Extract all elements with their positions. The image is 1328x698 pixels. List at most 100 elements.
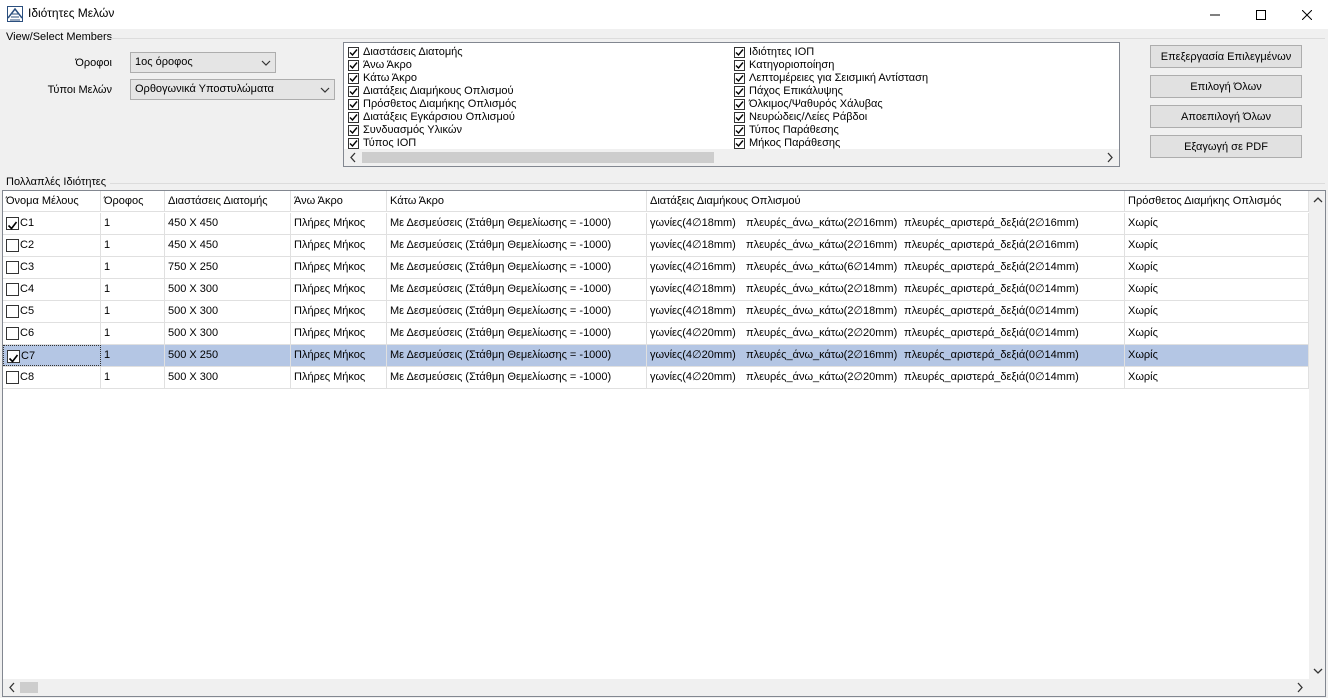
member-name-cell[interactable]: C3: [3, 257, 101, 278]
longitudinal-reinforcement-cell[interactable]: γωνίες(4∅20mm) πλευρές_άνω_κάτω(2∅16mm) πλ…: [647, 345, 1125, 366]
section-cell[interactable]: 450 X 450: [165, 213, 291, 234]
member-name-cell[interactable]: C7: [3, 345, 101, 366]
floor-cell[interactable]: 1: [101, 279, 165, 300]
checklist-horizontal-scrollbar[interactable]: [344, 149, 1119, 166]
member-name-cell[interactable]: C1: [3, 213, 101, 234]
section-cell[interactable]: 500 X 300: [165, 301, 291, 322]
table-row[interactable]: C2 1 450 X 450 Πλήρες Μήκος Με Δεσμεύσεις (Σ…: [3, 235, 1309, 257]
row-checkbox[interactable]: [6, 283, 19, 296]
member-name-cell[interactable]: C6: [3, 323, 101, 344]
row-checkbox[interactable]: [7, 350, 20, 363]
bottom-end-cell[interactable]: Με Δεσμεύσεις (Στάθμη Θεμελίωσης = -1000…: [387, 257, 647, 278]
floor-cell[interactable]: 1: [101, 213, 165, 234]
floor-cell[interactable]: 1: [101, 235, 165, 256]
additional-reinforcement-cell[interactable]: Χωρίς: [1125, 301, 1309, 322]
section-cell[interactable]: 750 X 250: [165, 257, 291, 278]
deselect-all-button[interactable]: Αποεπιλογή Όλων: [1150, 105, 1302, 128]
longitudinal-reinforcement-cell[interactable]: γωνίες(4∅20mm) πλευρές_άνω_κάτω(2∅20mm) πλ…: [647, 367, 1125, 388]
row-checkbox[interactable]: [6, 217, 19, 230]
row-checkbox[interactable]: [6, 239, 19, 252]
property-checkbox[interactable]: [734, 125, 745, 136]
property-checkbox[interactable]: [734, 112, 745, 123]
member-name-cell[interactable]: C4: [3, 279, 101, 300]
longitudinal-reinforcement-cell[interactable]: γωνίες(4∅18mm) πλευρές_άνω_κάτω(2∅18mm) πλ…: [647, 279, 1125, 300]
bottom-end-cell[interactable]: Με Δεσμεύσεις (Στάθμη Θεμελίωσης = -1000…: [387, 301, 647, 322]
floor-cell[interactable]: 1: [101, 345, 165, 366]
top-end-cell[interactable]: Πλήρες Μήκος: [291, 213, 387, 234]
column-header[interactable]: Κάτω Άκρο: [387, 191, 647, 212]
additional-reinforcement-cell[interactable]: Χωρίς: [1125, 279, 1309, 300]
table-row[interactable]: C1 1 450 X 450 Πλήρες Μήκος Με Δεσμεύσεις (Σ…: [3, 213, 1309, 235]
section-cell[interactable]: 500 X 300: [165, 323, 291, 344]
top-end-cell[interactable]: Πλήρες Μήκος: [291, 345, 387, 366]
longitudinal-reinforcement-cell[interactable]: γωνίες(4∅20mm) πλευρές_άνω_κάτω(2∅20mm) πλ…: [647, 323, 1125, 344]
top-end-cell[interactable]: Πλήρες Μήκος: [291, 367, 387, 388]
additional-reinforcement-cell[interactable]: Χωρίς: [1125, 213, 1309, 234]
property-checkbox[interactable]: [734, 138, 745, 149]
scroll-thumb[interactable]: [362, 152, 714, 163]
column-header[interactable]: Άνω Άκρο: [291, 191, 387, 212]
property-checkbox[interactable]: [348, 47, 359, 58]
table-row[interactable]: C6 1 500 X 300 Πλήρες Μήκος Με Δεσμεύσεις (Σ…: [3, 323, 1309, 345]
additional-reinforcement-cell[interactable]: Χωρίς: [1125, 235, 1309, 256]
property-checkbox[interactable]: [348, 60, 359, 71]
additional-reinforcement-cell[interactable]: Χωρίς: [1125, 323, 1309, 344]
property-checkbox[interactable]: [348, 112, 359, 123]
top-end-cell[interactable]: Πλήρες Μήκος: [291, 279, 387, 300]
grid-vertical-scrollbar[interactable]: [1309, 191, 1325, 680]
member-name-cell[interactable]: C2: [3, 235, 101, 256]
section-cell[interactable]: 500 X 250: [165, 345, 291, 366]
top-end-cell[interactable]: Πλήρες Μήκος: [291, 235, 387, 256]
property-checkbox[interactable]: [734, 47, 745, 58]
grid-horizontal-scrollbar[interactable]: [3, 679, 1309, 696]
top-end-cell[interactable]: Πλήρες Μήκος: [291, 301, 387, 322]
floor-cell[interactable]: 1: [101, 301, 165, 322]
minimize-button[interactable]: [1192, 0, 1238, 29]
export-pdf-button[interactable]: Εξαγωγή σε PDF: [1150, 135, 1302, 158]
floors-dropdown[interactable]: 1ος όροφος: [130, 52, 276, 73]
column-header[interactable]: Διατάξεις Διαμήκους Οπλισμού: [647, 191, 1125, 212]
table-row[interactable]: C3 1 750 X 250 Πλήρες Μήκος Με Δεσμεύσεις (Σ…: [3, 257, 1309, 279]
column-header[interactable]: Όροφος: [101, 191, 165, 212]
longitudinal-reinforcement-cell[interactable]: γωνίες(4∅18mm) πλευρές_άνω_κάτω(2∅16mm) πλ…: [647, 213, 1125, 234]
table-row[interactable]: C5 1 500 X 300 Πλήρες Μήκος Με Δεσμεύσεις (Σ…: [3, 301, 1309, 323]
floor-cell[interactable]: 1: [101, 257, 165, 278]
maximize-button[interactable]: [1238, 0, 1284, 29]
table-row[interactable]: C8 1 500 X 300 Πλήρες Μήκος Με Δεσμεύσεις (Σ…: [3, 367, 1309, 389]
member-types-dropdown[interactable]: Ορθογωνικά Υποστυλώματα: [130, 79, 335, 100]
section-cell[interactable]: 500 X 300: [165, 279, 291, 300]
table-row[interactable]: C7 1 500 X 250 Πλήρες Μήκος Με Δεσμεύσεις (Σ…: [3, 345, 1309, 367]
row-checkbox[interactable]: [6, 327, 19, 340]
property-checkbox[interactable]: [348, 125, 359, 136]
property-checkbox[interactable]: [348, 86, 359, 97]
bottom-end-cell[interactable]: Με Δεσμεύσεις (Στάθμη Θεμελίωσης = -1000…: [387, 345, 647, 366]
property-checkbox[interactable]: [734, 86, 745, 97]
row-checkbox[interactable]: [6, 261, 19, 274]
floor-cell[interactable]: 1: [101, 323, 165, 344]
section-cell[interactable]: 450 X 450: [165, 235, 291, 256]
longitudinal-reinforcement-cell[interactable]: γωνίες(4∅18mm) πλευρές_άνω_κάτω(2∅16mm) πλ…: [647, 235, 1125, 256]
member-name-cell[interactable]: C5: [3, 301, 101, 322]
property-checkbox[interactable]: [348, 99, 359, 110]
property-checkbox[interactable]: [734, 60, 745, 71]
column-header[interactable]: Διαστάσεις Διατομής: [165, 191, 291, 212]
property-checkbox[interactable]: [734, 99, 745, 110]
scroll-thumb[interactable]: [20, 682, 38, 693]
select-all-button[interactable]: Επιλογή Όλων: [1150, 75, 1302, 98]
bottom-end-cell[interactable]: Με Δεσμεύσεις (Στάθμη Θεμελίωσης = -1000…: [387, 279, 647, 300]
bottom-end-cell[interactable]: Με Δεσμεύσεις (Στάθμη Θεμελίωσης = -1000…: [387, 213, 647, 234]
member-name-cell[interactable]: C8: [3, 367, 101, 388]
top-end-cell[interactable]: Πλήρες Μήκος: [291, 257, 387, 278]
bottom-end-cell[interactable]: Με Δεσμεύσεις (Στάθμη Θεμελίωσης = -1000…: [387, 367, 647, 388]
column-header[interactable]: Όνομα Μέλους: [3, 191, 101, 212]
table-row[interactable]: C4 1 500 X 300 Πλήρες Μήκος Με Δεσμεύσεις (Σ…: [3, 279, 1309, 301]
property-checkbox[interactable]: [348, 73, 359, 84]
additional-reinforcement-cell[interactable]: Χωρίς: [1125, 367, 1309, 388]
floor-cell[interactable]: 1: [101, 367, 165, 388]
property-checkbox[interactable]: [348, 138, 359, 149]
row-checkbox[interactable]: [6, 305, 19, 318]
property-checkbox[interactable]: [734, 73, 745, 84]
longitudinal-reinforcement-cell[interactable]: γωνίες(4∅18mm) πλευρές_άνω_κάτω(2∅18mm) πλ…: [647, 301, 1125, 322]
additional-reinforcement-cell[interactable]: Χωρίς: [1125, 257, 1309, 278]
column-header[interactable]: Πρόσθετος Διαμήκης Οπλισμός: [1125, 191, 1309, 212]
